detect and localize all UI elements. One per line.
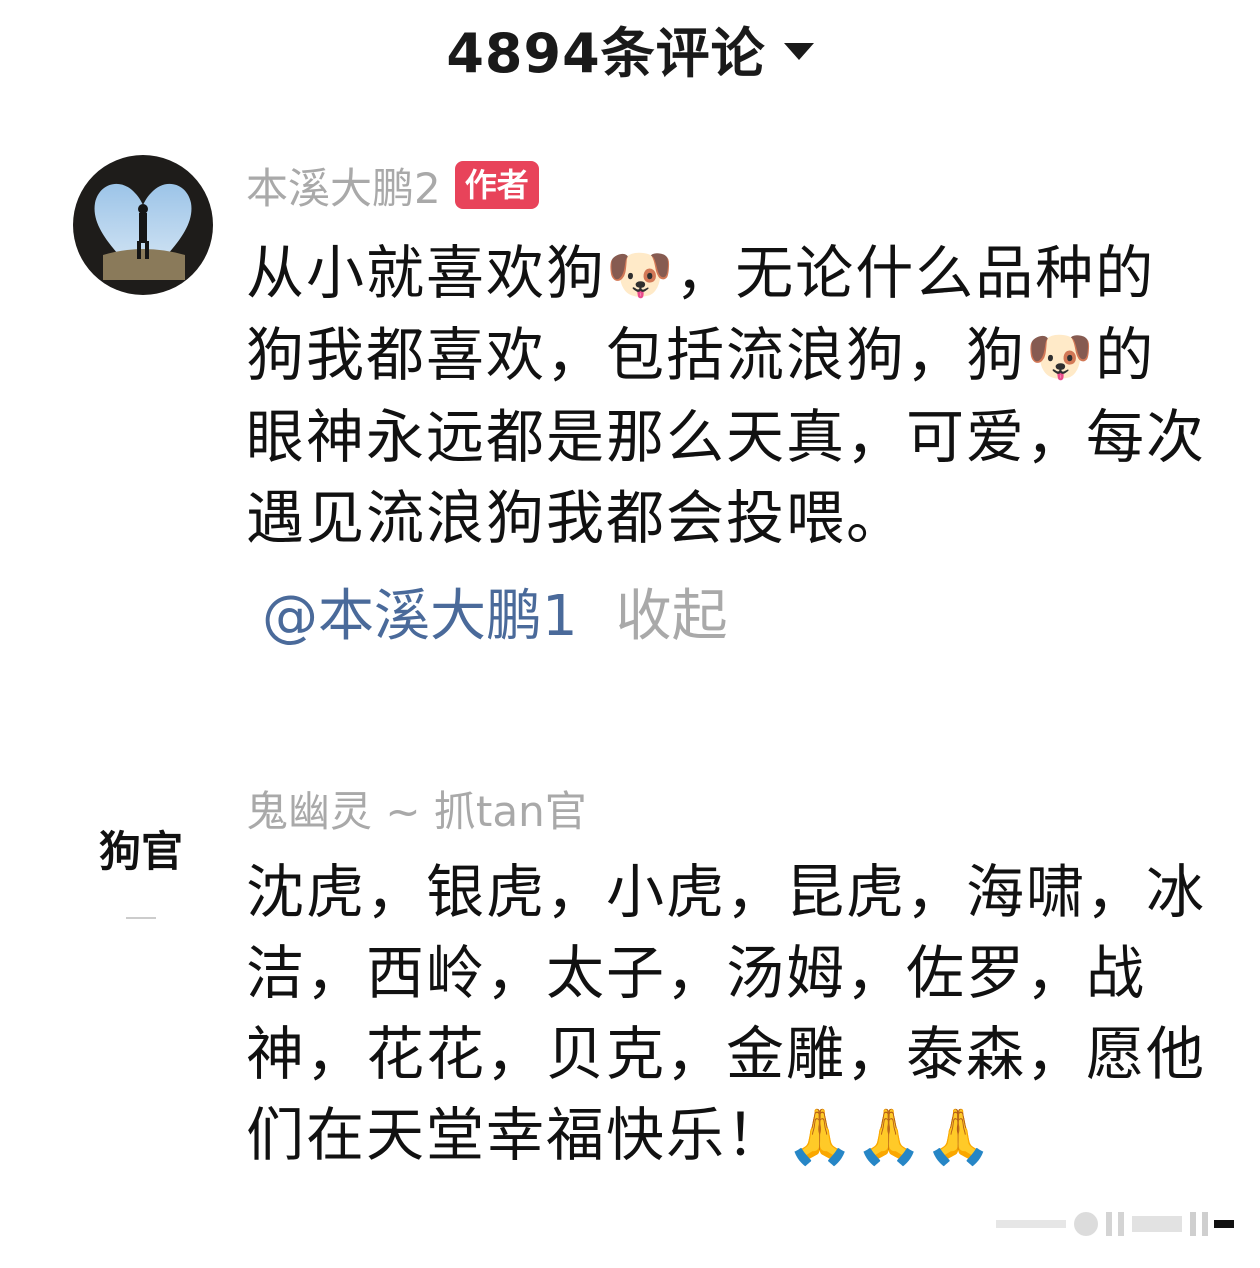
- avatar[interactable]: [73, 155, 213, 295]
- comments-header[interactable]: 4894条评论: [0, 8, 1260, 88]
- svg-text:狗官: 狗官: [99, 827, 183, 876]
- username[interactable]: 本溪大鹏2: [246, 155, 441, 216]
- reply-mention-link[interactable]: @本溪大鹏1: [262, 571, 578, 652]
- caret-down-icon[interactable]: [783, 42, 814, 60]
- username[interactable]: 鬼幽灵 ~ 抓tan官: [246, 778, 587, 839]
- dog-face-icon: 🐶: [1026, 325, 1096, 388]
- author-badge: 作者: [454, 161, 539, 209]
- avatar-photo-icon: [73, 155, 213, 295]
- dog-face-icon: 🐶: [606, 243, 676, 306]
- comment-text: 沈虎，银虎，小虎，昆虎，海啸，冰洁，西岭，太子，汤姆，佐罗，战神，花花，贝克，金…: [246, 858, 1207, 1169]
- folded-hands-icon: 🙏🙏🙏: [786, 1105, 994, 1168]
- comment-text: 从小就喜欢狗🐶，无论什么品种的狗我都喜欢，包括流浪狗，狗🐶的眼神永远都是那么天真…: [246, 239, 1207, 552]
- collapse-button[interactable]: 收起: [616, 571, 728, 652]
- avatar[interactable]: 狗官: [96, 818, 186, 928]
- watermark-icon: [996, 1212, 1234, 1236]
- comment-count-title: 4894条评论: [446, 21, 766, 85]
- calligraphy-logo-icon: 狗官: [99, 827, 183, 919]
